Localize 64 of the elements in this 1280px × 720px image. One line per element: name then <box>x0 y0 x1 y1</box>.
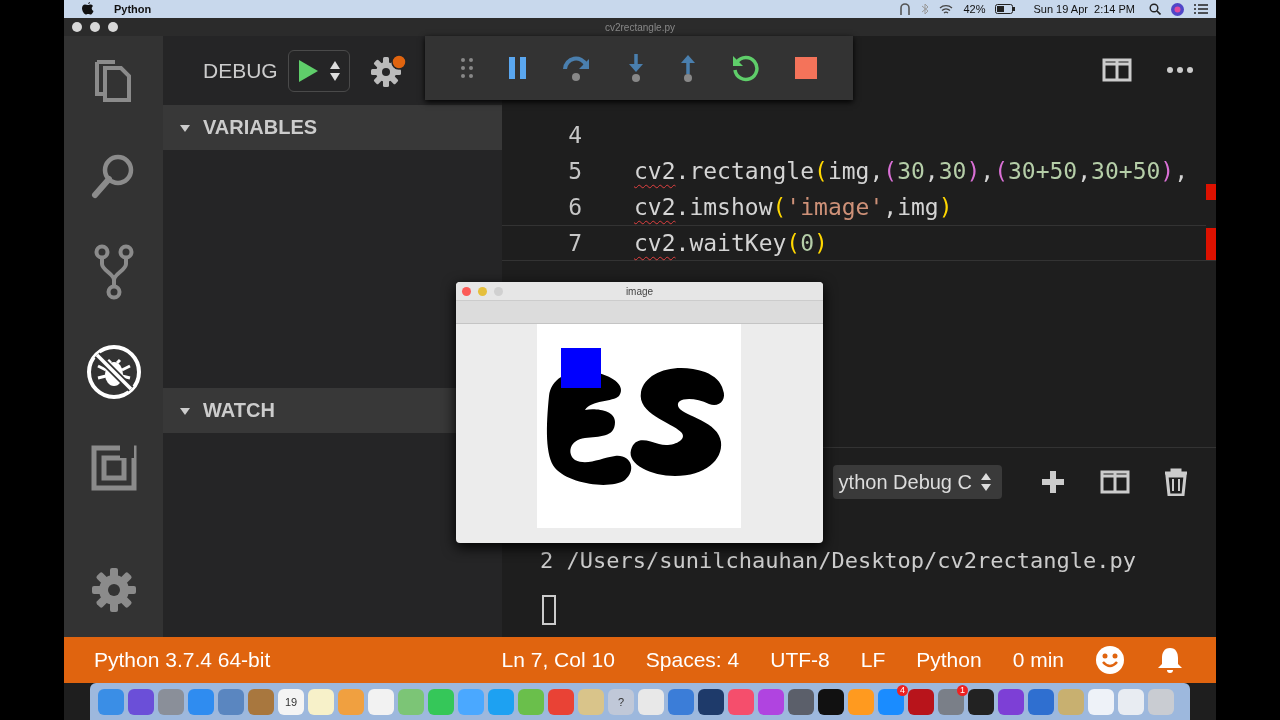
battery-icon[interactable] <box>995 4 1016 14</box>
notification-badge: 4 <box>897 684 908 696</box>
code-line: cv2.imshow('image',img) <box>634 194 953 220</box>
bluetooth-icon[interactable] <box>921 3 930 15</box>
status-item[interactable]: Spaces: 4 <box>645 648 740 672</box>
dock-app-icon[interactable] <box>968 688 994 715</box>
status-item[interactable]: 0 min <box>1012 648 1064 672</box>
split-editor-icon[interactable] <box>1102 58 1132 82</box>
app-menu[interactable]: Python <box>114 3 152 15</box>
notification-badge: 1 <box>957 684 968 696</box>
terminal-line: 2 /Users/sunilchauhan/Desktop/cv2rectangle.py <box>539 548 1138 573</box>
zoom-button[interactable] <box>108 22 118 32</box>
dock-app-icon[interactable]: 19 <box>278 688 304 715</box>
plus-icon[interactable] <box>1040 469 1066 495</box>
settings-icon[interactable] <box>369 53 408 88</box>
line-number: 7 <box>567 230 582 256</box>
minimize-button[interactable] <box>90 22 100 32</box>
dropdown-arrows-icon <box>980 472 992 492</box>
source-control-icon[interactable] <box>93 244 134 300</box>
line-number: 5 <box>567 158 582 184</box>
debug-icon[interactable] <box>85 344 142 400</box>
status-item[interactable]: UTF-8 <box>770 648 830 672</box>
terminal-dropdown[interactable]: ython Debug C <box>832 465 1002 499</box>
step-out-icon[interactable] <box>679 54 696 82</box>
menu-clock[interactable]: Sun 19 Apr 2:14 PM <box>1033 3 1135 15</box>
close-button[interactable] <box>72 22 82 32</box>
step-into-icon[interactable] <box>627 54 644 82</box>
split-terminal-icon[interactable] <box>1100 470 1130 494</box>
launch-config-control[interactable] <box>287 49 350 92</box>
wifi-icon[interactable] <box>939 3 954 15</box>
status-item[interactable]: Python <box>916 648 982 672</box>
bell-icon[interactable] <box>1156 646 1184 674</box>
stop-icon[interactable] <box>795 57 818 79</box>
trash-icon[interactable] <box>1164 468 1188 496</box>
battery-percentage: 42% <box>963 3 986 15</box>
line-number: 6 <box>567 194 582 220</box>
section-header[interactable]: VARIABLES <box>163 105 502 150</box>
terminal-cursor <box>542 595 556 625</box>
code-line: cv2.waitKey(0) <box>634 230 828 256</box>
debug-label: DEBUG <box>203 58 278 83</box>
dock-app-icon[interactable] <box>698 688 724 715</box>
smiley-icon[interactable] <box>1095 645 1125 675</box>
line-number: 4 <box>567 122 582 148</box>
dropdown-arrows-icon[interactable] <box>328 59 341 82</box>
list-icon[interactable] <box>1194 4 1208 14</box>
dock-app-icon[interactable]: ? <box>608 688 634 715</box>
window-title: image <box>625 285 654 297</box>
search-icon[interactable] <box>1149 3 1161 15</box>
settings-icon[interactable] <box>90 567 137 613</box>
restart-icon[interactable] <box>731 54 760 82</box>
status-item[interactable]: LF <box>860 648 886 672</box>
extensions-icon[interactable] <box>89 444 138 492</box>
code-line: cv2.rectangle(img,(30,30),(30+50,30+50), <box>634 158 1189 184</box>
drag-handle-icon[interactable] <box>460 58 473 78</box>
dock-app-icon[interactable] <box>818 688 844 715</box>
siri-icon[interactable] <box>1171 2 1184 16</box>
status-item[interactable]: Ln 7, Col 10 <box>501 648 615 672</box>
more-icon[interactable] <box>1166 66 1194 74</box>
play-icon[interactable] <box>296 58 319 83</box>
status-icon[interactable] <box>899 3 912 15</box>
window-title: cv2rectangle.py <box>605 21 675 33</box>
apple-icon[interactable] <box>82 2 94 16</box>
status-item[interactable]: Python 3.7.4 64-bit <box>94 648 271 672</box>
pause-icon[interactable] <box>508 57 527 79</box>
